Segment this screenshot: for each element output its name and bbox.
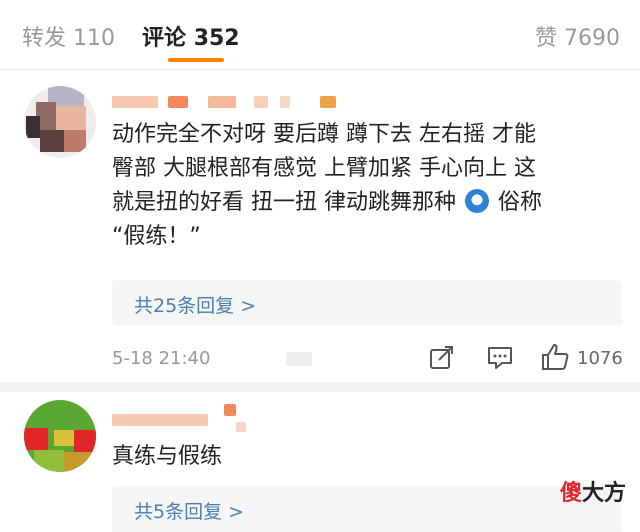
replies-box[interactable]: 共25条回复 > [112,280,622,326]
tab-divider [0,69,640,70]
tab-comments-count: 352 [193,26,240,51]
tab-repost[interactable]: 转发 110 [22,20,115,52]
username-redacted-fragment [236,422,246,432]
comment-text: 动作完全不对呀 要后蹲 蹲下去 左右摇 才能 臀部 大腿根部有感觉 上臂加紧 手… [112,118,622,254]
emoji-icon [465,189,489,213]
comment-text: 真练与假练 [112,444,223,469]
view-replies-link[interactable]: 共25条回复 > [134,291,256,318]
comment-icon[interactable] [486,344,514,372]
comment-line-2: 臀部 大腿根部有感觉 上臂加紧 手心向上 这 [112,156,536,181]
view-replies-link[interactable]: 共5条回复 > [134,497,244,524]
watermark: 傻大方 [560,475,626,507]
share-icon[interactable] [428,344,456,372]
watermark-rest: 大方 [581,481,626,506]
comment-line-1: 动作完全不对呀 要后蹲 蹲下去 左右摇 才能 [112,122,536,147]
avatar[interactable] [24,86,96,158]
tab-repost-count: 110 [73,26,116,51]
active-tab-indicator [168,58,224,62]
tab-repost-label: 转发 [22,26,67,51]
comment-line-3: 就是扭的好看 扭一扭 律动跳舞那种 俗称 [112,186,622,220]
comment-time: 5-18 21:40 [112,348,211,369]
tab-likes[interactable]: 赞 7690 [535,20,620,52]
tab-comments[interactable]: 评论 352 [142,20,240,52]
username-redacted[interactable] [112,96,342,110]
comment-tabs: 转发 110 评论 352 赞 7690 [0,0,640,70]
comment-line-3-text: 就是扭的好看 扭一扭 律动跳舞那种 [112,190,456,215]
watermark-accent: 傻 [559,481,582,506]
username-redacted[interactable] [112,404,252,426]
avatar[interactable] [24,400,96,472]
tab-likes-label: 赞 [534,26,557,51]
redacted-location [286,352,312,366]
replies-box[interactable]: 共5条回复 > [112,486,622,532]
comment-line-3-tail: 俗称 [498,190,543,215]
comment-line-4: “假练！” [112,224,201,249]
tab-comments-label: 评论 [142,26,187,51]
comment-separator [0,382,640,392]
like-count: 1076 [577,348,623,369]
thumbs-up-icon[interactable] [540,342,570,372]
tab-likes-count: 7690 [564,26,620,51]
